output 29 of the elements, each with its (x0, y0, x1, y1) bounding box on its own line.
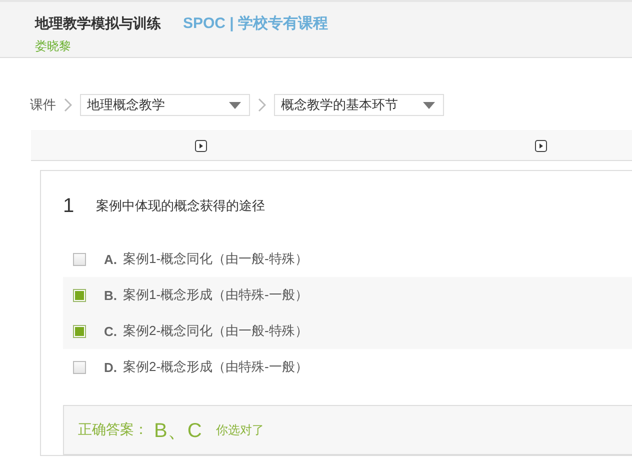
chevron-icon (64, 98, 72, 112)
question-text: 案例中体现的概念获得的途径 (96, 197, 266, 215)
option-letter: B. (104, 288, 117, 302)
play-icon[interactable] (195, 139, 207, 151)
course-title: 地理教学模拟与训练 (35, 15, 161, 33)
course-type: SPOC | 学校专有课程 (183, 14, 328, 33)
checkbox[interactable] (73, 360, 86, 374)
checkbox[interactable] (73, 252, 86, 266)
answer-label: 正确答案： (78, 421, 148, 439)
option-text: 案例2-概念同化（由一般-特殊） (123, 322, 308, 340)
answer-value: B、C (154, 418, 202, 444)
checkbox[interactable] (73, 288, 86, 302)
answer-feedback: 你选对了 (216, 422, 264, 438)
option-letter: A. (104, 252, 117, 266)
option-text: 案例1-概念同化（由一般-特殊） (123, 250, 308, 268)
dropdown-select[interactable]: 概念教学的基本环节 (274, 94, 444, 116)
teacher-name: 娄晓黎 (35, 38, 71, 55)
option-letter: D. (104, 360, 117, 374)
question-number: 1 (63, 194, 74, 218)
chevron-icon (258, 98, 266, 112)
option-letter: C. (104, 324, 117, 338)
breadcrumb-root[interactable]: 课件 (30, 96, 56, 114)
play-icon[interactable] (535, 139, 547, 151)
option-text: 案例1-概念形成（由特殊-一般） (123, 286, 308, 304)
dropdown-caret-icon (229, 102, 241, 108)
option-text: 案例2-概念形成（由特殊-一般） (123, 358, 308, 376)
dropdown-select[interactable]: 地理概念教学 (80, 94, 250, 116)
dropdown-caret-icon (423, 102, 435, 108)
checkbox[interactable] (73, 324, 86, 338)
